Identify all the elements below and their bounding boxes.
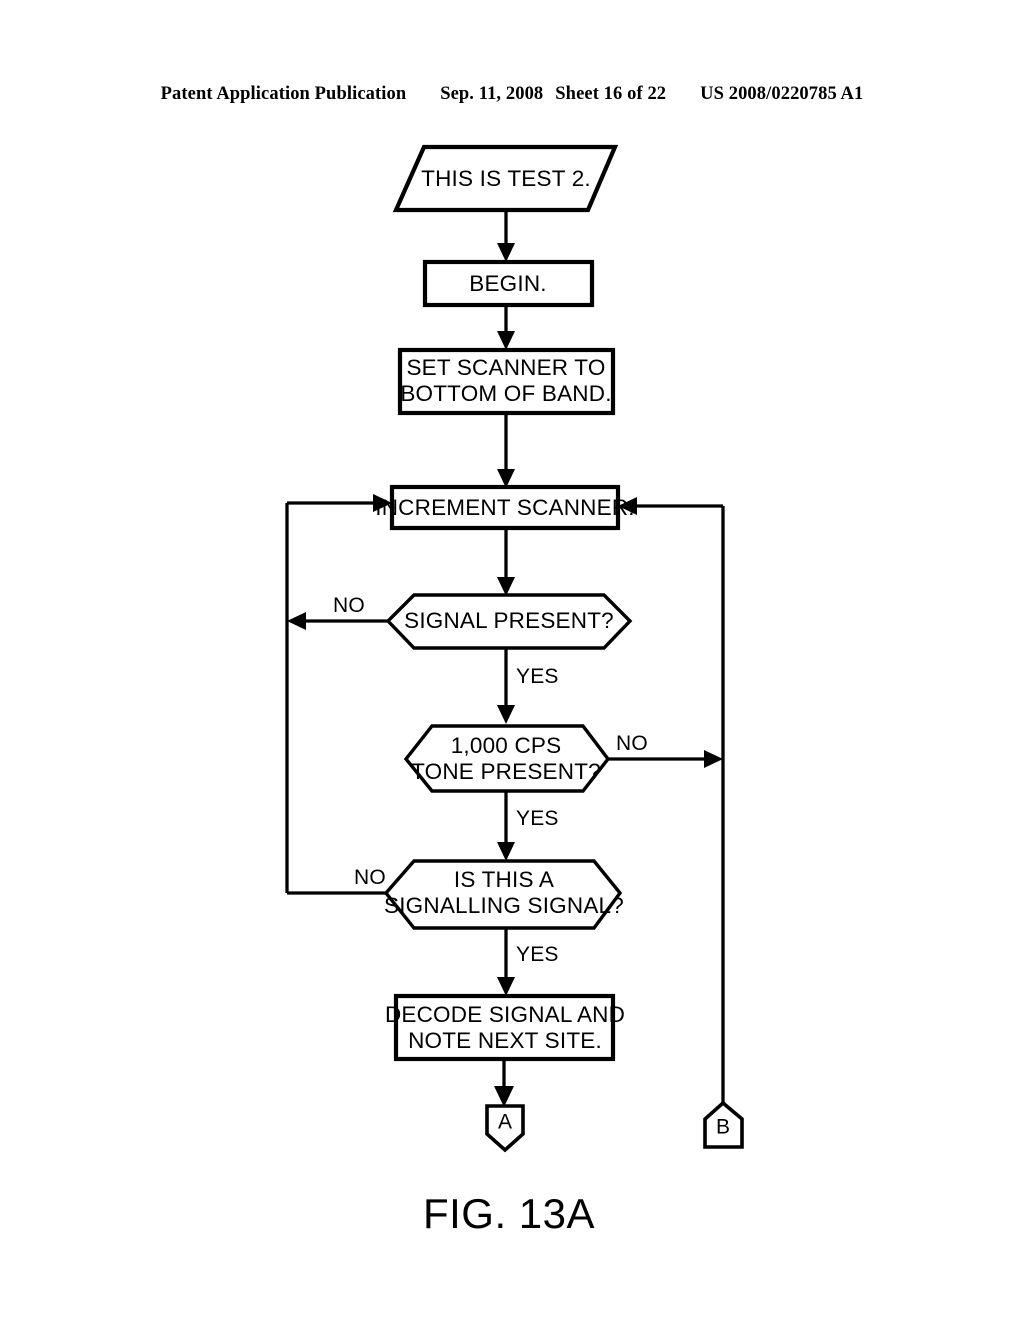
node-this-is-test-2-label: THIS IS TEST 2. <box>421 166 591 191</box>
edge-label-signal-present-no: NO <box>333 594 365 617</box>
edge-decode-to-connector-a <box>494 1059 514 1107</box>
node-signalling-signal-label-line2: SIGNALLING SIGNAL? <box>384 893 624 918</box>
connector-a[interactable]: A <box>485 1104 525 1153</box>
edge-begin-to-set-scanner <box>497 305 515 350</box>
node-increment-scanner-label: INCREMENT SCANNER. <box>375 495 634 520</box>
flowchart-diagram: THIS IS TEST 2. BEGIN. SET SCANNER TO BO… <box>285 144 744 1237</box>
node-tone-present-label-line2: TONE PRESENT? <box>411 759 601 784</box>
node-begin[interactable]: BEGIN. <box>422 259 595 308</box>
node-set-scanner-label-line1: SET SCANNER TO <box>406 355 605 380</box>
figure-caption: FIG. 13A <box>423 1190 595 1237</box>
node-signalling-signal[interactable]: IS THIS A SIGNALLING SIGNAL? <box>383 859 624 930</box>
edge-no-feedback-bus-left <box>285 494 392 895</box>
connector-b[interactable]: B <box>703 1100 744 1149</box>
edge-signal-present-yes <box>497 648 515 724</box>
edge-label-tone-present-yes: YES <box>516 807 559 830</box>
edge-label-signal-present-yes: YES <box>516 665 559 688</box>
node-decode-signal[interactable]: DECODE SIGNAL AND NOTE NEXT SITE. <box>385 993 625 1062</box>
node-begin-label: BEGIN. <box>469 271 546 296</box>
node-increment-scanner[interactable]: INCREMENT SCANNER. <box>375 484 635 531</box>
node-signal-present[interactable]: SIGNAL PRESENT? <box>385 593 633 650</box>
patent-figure-13a: THIS IS TEST 2. BEGIN. SET SCANNER TO BO… <box>0 0 1024 1320</box>
edge-no-branch-right-bus <box>608 497 725 1103</box>
node-decode-signal-label-line1: DECODE SIGNAL AND <box>385 1002 625 1027</box>
edge-set-scanner-to-increment <box>497 413 515 488</box>
node-tone-present-label-line1: 1,000 CPS <box>451 733 562 758</box>
edge-title-to-begin <box>497 210 515 262</box>
node-tone-present[interactable]: 1,000 CPS TONE PRESENT? <box>403 724 611 793</box>
edge-label-signalling-no: NO <box>354 866 386 889</box>
node-signalling-signal-label-line1: IS THIS A <box>454 867 554 892</box>
node-set-scanner[interactable]: SET SCANNER TO BOTTOM OF BAND. <box>397 347 616 416</box>
edge-label-tone-present-no: NO <box>616 732 648 755</box>
edge-tone-present-yes <box>497 791 515 861</box>
node-set-scanner-label-line2: BOTTOM OF BAND. <box>400 381 611 406</box>
edge-increment-to-signal-present <box>497 528 515 596</box>
node-signal-present-label: SIGNAL PRESENT? <box>404 608 614 633</box>
connector-a-label: A <box>498 1111 512 1134</box>
connector-b-label: B <box>716 1116 730 1139</box>
node-decode-signal-label-line2: NOTE NEXT SITE. <box>408 1028 602 1053</box>
edge-label-signalling-yes: YES <box>516 943 559 966</box>
node-this-is-test-2[interactable]: THIS IS TEST 2. <box>392 144 619 213</box>
edge-signalling-yes <box>497 928 515 996</box>
